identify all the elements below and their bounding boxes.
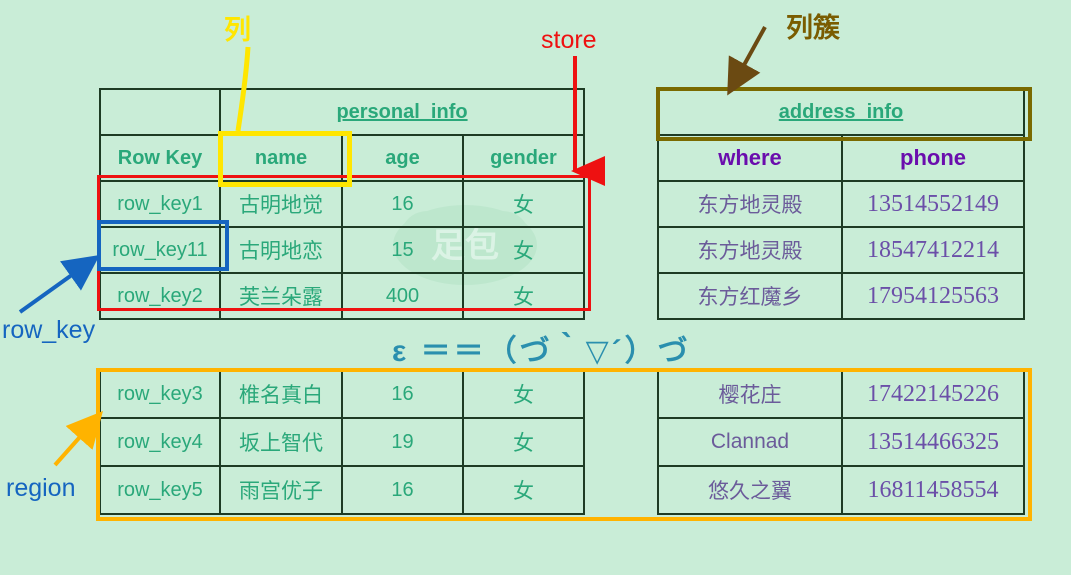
column-family-arrow	[727, 26, 767, 96]
label-store: store	[541, 26, 597, 54]
label-region: region	[6, 474, 76, 502]
kaomoji-decoration: ε ＝＝（づ｀▽´）づ	[392, 335, 691, 368]
annotation-connectors	[18, 26, 767, 467]
column-leader-line	[235, 46, 251, 132]
label-column-family: 列簇	[786, 13, 840, 43]
region-arrow	[53, 411, 103, 467]
label-row-key: row_key	[2, 316, 96, 344]
label-column: 列	[224, 15, 251, 45]
diagram-canvas: 足包 personal_info Row Key name age gender…	[0, 0, 1071, 575]
row-key-arrow	[18, 255, 100, 314]
